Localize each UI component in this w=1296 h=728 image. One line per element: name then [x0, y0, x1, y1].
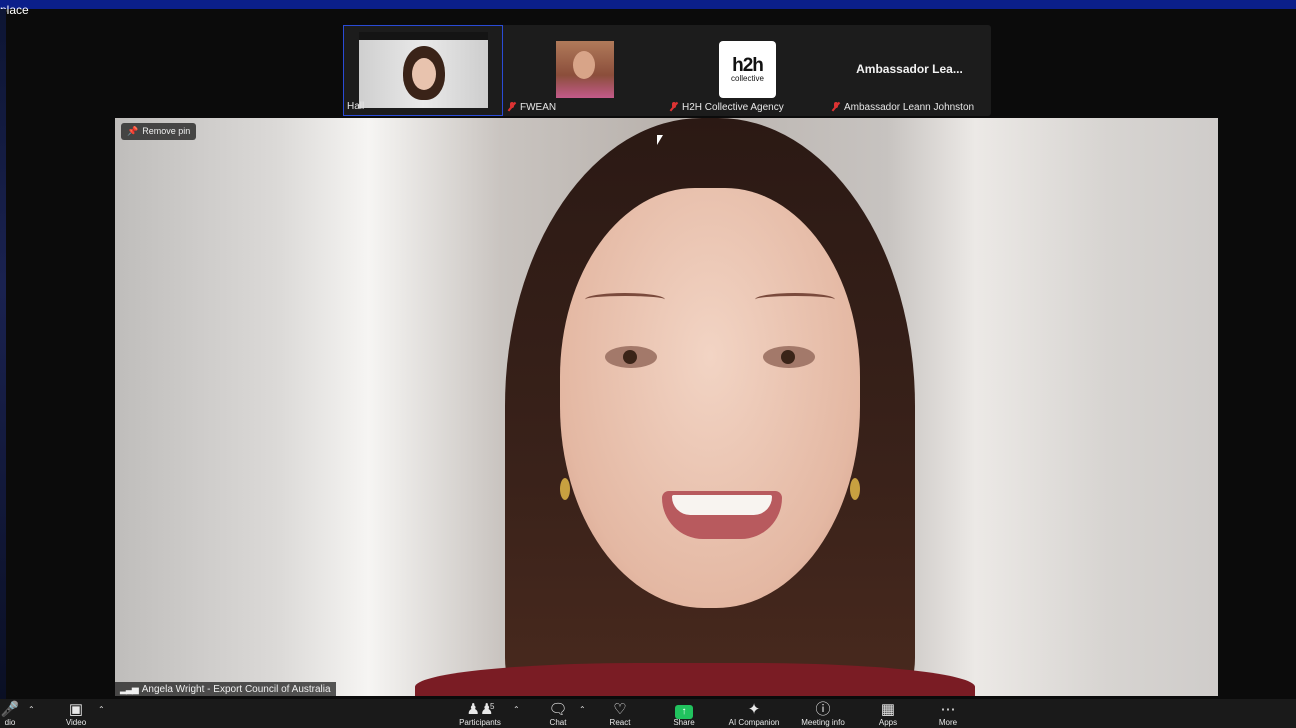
participant-tile-ambassador[interactable]: Ambassador Lea... Ambassador Leann Johns… — [828, 25, 991, 116]
participant-name: Ambassador Leann Johnston — [832, 102, 974, 113]
participant-tile-hall[interactable]: Hall — [343, 25, 503, 116]
apps-button[interactable]: ▦ Apps — [868, 701, 908, 727]
info-icon: ⓘ — [815, 701, 831, 718]
participant-tile-fwean[interactable]: FWEAN — [504, 25, 666, 116]
video-options-chevron-icon[interactable]: ⌃ — [98, 705, 105, 714]
shared-screen-toolbar — [359, 32, 488, 40]
remove-pin-button[interactable]: 📌 Remove pin — [121, 123, 197, 140]
meeting-info-button[interactable]: ⓘ Meeting info — [794, 701, 852, 727]
participant-tile-h2h[interactable]: h2h collective H2H Collective Agency — [666, 25, 828, 116]
chat-bubble-icon: 🗨 — [548, 701, 568, 718]
speaker-earring — [850, 478, 860, 500]
participant-video — [359, 40, 488, 108]
participant-face — [403, 46, 445, 100]
chat-options-chevron-icon[interactable]: ⌃ — [579, 705, 586, 714]
participants-button[interactable]: ♟♟ Participants — [452, 701, 508, 727]
participants-count: 5 — [490, 702, 495, 711]
more-dots-icon: ⋯ — [940, 701, 956, 718]
apps-icon: ▦ — [880, 701, 896, 718]
speaker-mouth — [662, 491, 782, 539]
background-edge — [0, 9, 6, 699]
more-button[interactable]: ⋯ More — [928, 701, 968, 727]
react-button[interactable]: ♡ React — [600, 701, 640, 727]
participant-name: Hall — [347, 101, 365, 112]
mic-muted-icon — [670, 102, 678, 111]
video-button[interactable]: ▣ Video — [56, 701, 96, 727]
chat-button[interactable]: 🗨 Chat — [540, 701, 576, 727]
microphone-icon: 🎤 — [0, 701, 20, 718]
pinned-speaker-video — [115, 118, 1218, 696]
sparkle-icon: ✦ — [747, 701, 761, 718]
participant-name: FWEAN — [508, 102, 556, 113]
participant-display-name: Ambassador Lea... — [856, 62, 963, 76]
participant-name: H2H Collective Agency — [670, 102, 784, 113]
gallery-strip: Hall FWEAN h2h collective H2H Collective… — [343, 25, 991, 116]
window-top-bar — [0, 0, 1296, 9]
audio-button[interactable]: 🎤 dio — [0, 701, 20, 727]
speaker-shirt — [415, 663, 975, 696]
mouse-cursor-icon — [657, 135, 663, 145]
mic-muted-icon — [508, 102, 516, 111]
signal-strength-icon: ▂▃▅ — [120, 684, 139, 694]
h2h-logo: h2h collective — [719, 41, 776, 98]
meeting-toolbar: 🎤 dio ⌃ ▣ Video ⌃ ♟♟ Participants 5 ⌃ 🗨 … — [0, 699, 1296, 728]
ai-companion-button[interactable]: ✦ AI Companion — [722, 701, 786, 727]
heart-icon: ♡ — [613, 701, 627, 718]
speaker-face — [560, 188, 860, 608]
audio-options-chevron-icon[interactable]: ⌃ — [28, 705, 35, 714]
speaker-eye — [763, 346, 815, 368]
speaker-earring — [560, 478, 570, 500]
share-button[interactable]: ↑ Share — [664, 701, 704, 727]
pin-icon: 📌 — [127, 126, 139, 136]
participants-options-chevron-icon[interactable]: ⌃ — [513, 705, 520, 714]
video-camera-icon: ▣ — [68, 701, 84, 718]
participant-photo — [556, 41, 614, 98]
participants-icon: ♟♟ — [466, 701, 494, 718]
mic-muted-icon — [832, 102, 840, 111]
share-screen-icon: ↑ — [675, 705, 693, 719]
speaker-eyebrow — [755, 293, 835, 306]
speaker-eyebrow — [585, 293, 665, 306]
speaker-name-label: ▂▃▅ Angela Wright - Export Council of Aus… — [115, 682, 336, 696]
speaker-eye — [605, 346, 657, 368]
